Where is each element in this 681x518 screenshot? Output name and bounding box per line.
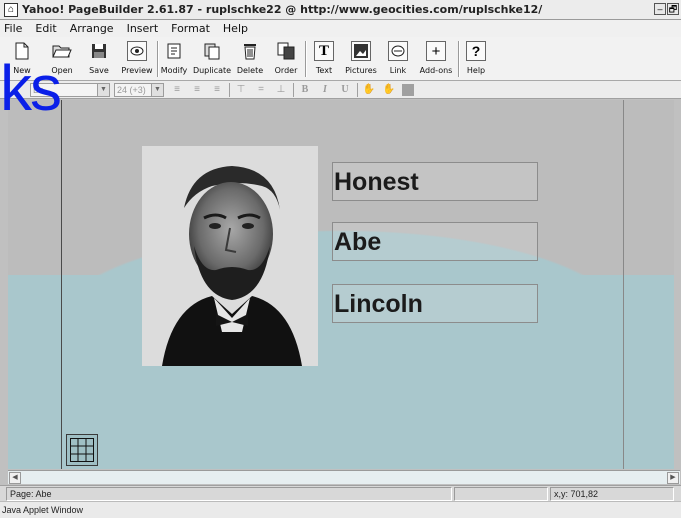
menu-insert[interactable]: Insert: [127, 22, 159, 35]
window-controls: – 🗗: [654, 3, 679, 15]
chevron-down-icon[interactable]: ▼: [151, 84, 163, 96]
color-swatch-icon[interactable]: [402, 84, 414, 96]
size-select-value: 24 (+3): [117, 85, 146, 95]
status-bar: Page: Abe x,y: 701,82: [0, 485, 681, 501]
save-label: Save: [89, 66, 109, 75]
horizontal-scrollbar[interactable]: ◀ ▶: [8, 470, 680, 484]
text-icon: T: [314, 41, 334, 61]
toolbar: New Open Save Preview Modify Duplicate D…: [0, 37, 681, 81]
textbox-honest[interactable]: Honest: [332, 162, 538, 201]
text-label: Text: [315, 66, 333, 75]
scroll-left-arrow-icon[interactable]: ◀: [9, 472, 21, 484]
addons-button[interactable]: + Add-ons: [418, 39, 454, 79]
picture-icon: [351, 41, 371, 61]
link-icon: [388, 41, 408, 61]
align-left-icon[interactable]: ≡: [170, 83, 184, 97]
window-title: Yahoo! PageBuilder 2.61.87 - ruplschke22…: [22, 3, 543, 16]
textbox-lincoln[interactable]: Lincoln: [332, 284, 538, 323]
preview-label: Preview: [121, 66, 153, 75]
menu-format[interactable]: Format: [171, 22, 210, 35]
link-button[interactable]: Link: [386, 39, 410, 79]
size-select[interactable]: 24 (+3) ▼: [114, 83, 164, 97]
toolbar-separator: [458, 41, 460, 77]
overlay-text: ks: [0, 52, 62, 124]
format-separator: [357, 83, 358, 97]
addons-label: Add-ons: [419, 66, 453, 75]
format-separator: [293, 83, 294, 97]
menu-bar: File Edit Arrange Insert Format Help: [0, 20, 681, 37]
status-empty-cell: [454, 487, 548, 501]
menu-edit[interactable]: Edit: [35, 22, 56, 35]
format-separator: [229, 83, 230, 97]
align-center-icon[interactable]: ≡: [190, 83, 204, 97]
order-label: Order: [274, 66, 298, 75]
modify-label: Modify: [160, 66, 188, 75]
title-bar: ⌂ Yahoo! PageBuilder 2.61.87 - ruplschke…: [0, 0, 681, 20]
toolbar-separator: [157, 41, 159, 77]
order-icon: [276, 41, 296, 61]
app-icon[interactable]: ⌂: [4, 2, 18, 17]
plus-icon: +: [426, 41, 446, 61]
align-right-icon[interactable]: ≡: [210, 83, 224, 97]
disk-icon: [89, 41, 109, 61]
delete-button[interactable]: Delete: [236, 39, 264, 79]
bold-button[interactable]: B: [298, 83, 312, 97]
preview-button[interactable]: Preview: [120, 39, 154, 79]
duplicate-label: Duplicate: [192, 66, 232, 75]
valign-bottom-icon[interactable]: ⊥: [274, 83, 288, 97]
hand-icon[interactable]: ✋: [362, 83, 376, 97]
grid-icon[interactable]: [66, 434, 98, 466]
order-button[interactable]: Order: [274, 39, 298, 79]
italic-button[interactable]: I: [318, 83, 332, 97]
page-canvas[interactable]: Honest Abe Lincoln: [8, 100, 674, 469]
applet-warning-bar: Java Applet Window: [0, 501, 681, 518]
valign-middle-icon[interactable]: =: [254, 83, 268, 97]
question-icon: ?: [466, 41, 486, 61]
modify-button[interactable]: Modify: [160, 39, 188, 79]
pictures-button[interactable]: Pictures: [344, 39, 378, 79]
trash-icon: [240, 41, 260, 61]
scroll-right-arrow-icon[interactable]: ▶: [667, 472, 679, 484]
save-button[interactable]: Save: [87, 39, 111, 79]
right-margin-guide: [623, 100, 624, 469]
menu-arrange[interactable]: Arrange: [70, 22, 114, 35]
delete-label: Delete: [236, 66, 264, 75]
toolbar-separator: [305, 41, 307, 77]
menu-file[interactable]: File: [4, 22, 22, 35]
maximize-button[interactable]: 🗗: [667, 3, 679, 15]
minimize-button[interactable]: –: [654, 3, 666, 15]
menu-help[interactable]: Help: [223, 22, 248, 35]
help-label: Help: [466, 66, 486, 75]
duplicate-icon: [202, 41, 222, 61]
underline-button[interactable]: U: [338, 83, 352, 97]
status-page: Page: Abe: [6, 487, 452, 501]
help-button[interactable]: ? Help: [464, 39, 488, 79]
hand-fill-icon[interactable]: ✋: [382, 83, 396, 97]
status-coords: x,y: 701,82: [550, 487, 674, 501]
chevron-down-icon[interactable]: ▼: [97, 84, 109, 96]
link-label: Link: [389, 66, 407, 75]
eye-icon: [127, 41, 147, 61]
left-margin-guide: [61, 100, 62, 469]
text-button[interactable]: T Text: [312, 39, 336, 79]
format-bar: Bo ▼ 24 (+3) ▼ ≡ ≡ ≡ ⊤ = ⊥ B I U ✋ ✋: [0, 81, 681, 99]
lincoln-portrait-image[interactable]: [142, 146, 318, 366]
pictures-label: Pictures: [345, 66, 377, 75]
valign-top-icon[interactable]: ⊤: [234, 83, 248, 97]
duplicate-button[interactable]: Duplicate: [192, 39, 232, 79]
textbox-abe[interactable]: Abe: [332, 222, 538, 261]
modify-icon: [164, 41, 184, 61]
